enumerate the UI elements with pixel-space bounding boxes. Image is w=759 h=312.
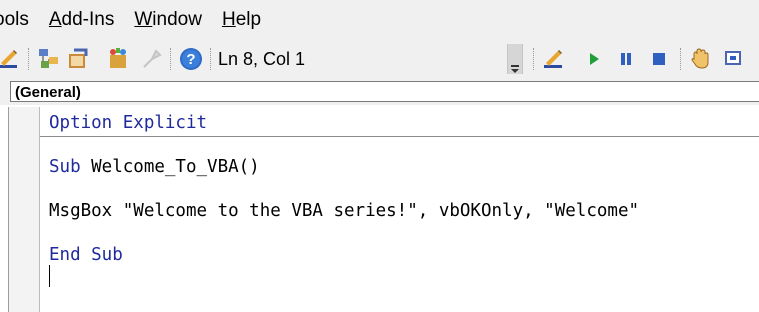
- menu-add-ins-accel: A: [48, 9, 62, 30]
- design-mode-icon[interactable]: [0, 47, 20, 71]
- break-icon[interactable]: [614, 47, 638, 71]
- toolbar-separator: [210, 48, 212, 70]
- run-icon[interactable]: [582, 47, 606, 71]
- svg-text:?: ?: [186, 51, 195, 68]
- chevron-down-icon: [511, 65, 519, 73]
- toolbar-separator: [680, 48, 682, 70]
- object-browser-icon[interactable]: [106, 47, 130, 71]
- menu-add-ins[interactable]: Add-Ins: [49, 9, 115, 31]
- object-dropdown[interactable]: (General): [10, 81, 759, 102]
- object-bar: (General): [0, 78, 759, 105]
- quick-watch-icon[interactable]: [722, 47, 746, 71]
- menu-help[interactable]: Help: [222, 9, 261, 31]
- code-line-msgbox[interactable]: MsgBox "Welcome to the VBA series!", vbO…: [49, 201, 639, 221]
- sub-name: Welcome_To_VBA(): [80, 157, 260, 177]
- hand-icon[interactable]: [688, 47, 712, 71]
- standard-toolbar: ? Ln 8, Col 1: [0, 40, 759, 78]
- code-editor[interactable]: Option Explicit Sub Welcome_To_VBA() Msg…: [40, 107, 759, 312]
- object-dropdown-value: (General): [15, 84, 81, 101]
- properties-window-icon[interactable]: [66, 47, 90, 71]
- menu-tools-label: ools: [0, 9, 29, 30]
- code-window[interactable]: Option Explicit Sub Welcome_To_VBA() Msg…: [8, 107, 759, 312]
- project-explorer-icon[interactable]: [37, 47, 61, 71]
- toolbar-separator: [28, 48, 30, 70]
- reset-icon[interactable]: [647, 47, 671, 71]
- menu-window[interactable]: Window: [134, 9, 202, 31]
- design-mode-icon[interactable]: [541, 47, 565, 71]
- menu-help-accel: H: [221, 9, 236, 30]
- code-line-sub-declaration[interactable]: Sub Welcome_To_VBA(): [49, 157, 260, 177]
- toolbar-separator: [170, 48, 172, 70]
- toolbar-separator: [533, 48, 535, 70]
- cursor-position-status: Ln 8, Col 1: [218, 49, 306, 69]
- menu-tools[interactable]: ools: [0, 9, 29, 31]
- menu-window-accel: W: [134, 9, 153, 30]
- help-icon[interactable]: ?: [179, 47, 203, 71]
- margin-indicator-bar[interactable]: [9, 107, 40, 312]
- menu-add-ins-label: dd-Ins: [61, 9, 115, 30]
- keyword-sub: Sub: [49, 157, 81, 177]
- menu-bar: ools Add-Ins Window Help: [0, 0, 759, 40]
- code-line-end-sub[interactable]: End Sub: [49, 245, 123, 265]
- code-line-option-explicit[interactable]: Option Explicit: [49, 113, 207, 133]
- menu-window-label: indow: [152, 9, 202, 30]
- toolbar-grip-handle[interactable]: [507, 44, 523, 74]
- menu-help-label: elp: [235, 9, 262, 30]
- procedure-separator: [40, 136, 759, 137]
- text-cursor: [49, 265, 50, 287]
- toolbox-icon[interactable]: [140, 47, 164, 71]
